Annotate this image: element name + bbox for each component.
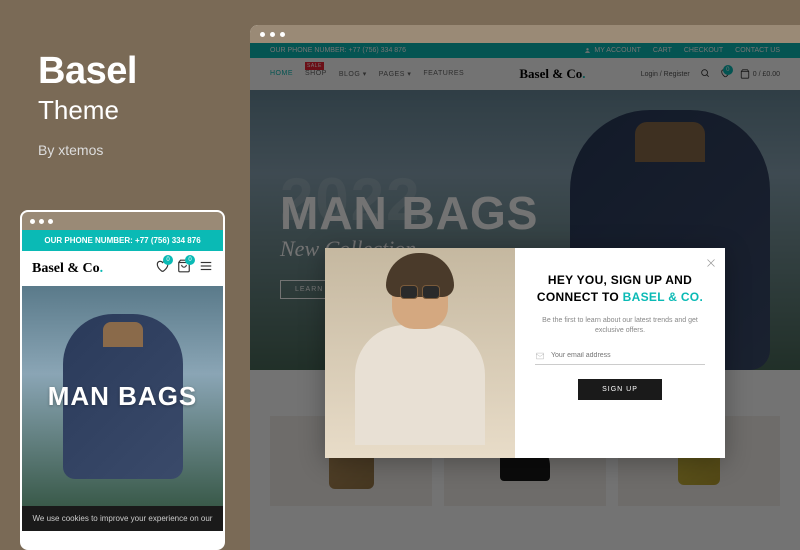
- window-dot-icon: [48, 219, 53, 224]
- mobile-header: Basel & Co. 0 0: [22, 251, 223, 286]
- popup-description: Be the first to learn about our latest t…: [535, 316, 705, 337]
- popup-title: HEY YOU, SIGN UP AND CONNECT TO BASEL & …: [535, 272, 705, 306]
- window-dot-icon: [280, 32, 285, 37]
- window-dot-icon: [39, 219, 44, 224]
- mobile-header-icons: 0 0: [155, 259, 213, 278]
- theme-subtitle: Theme: [38, 95, 238, 126]
- close-icon[interactable]: [705, 256, 717, 274]
- mobile-window-titlebar: [22, 212, 223, 230]
- wishlist-icon[interactable]: 0: [155, 259, 169, 278]
- newsletter-popup: HEY YOU, SIGN UP AND CONNECT TO BASEL & …: [325, 248, 725, 458]
- wishlist-badge: 0: [163, 255, 173, 265]
- cart-badge: 0: [185, 255, 195, 265]
- desktop-preview-frame: OUR PHONE NUMBER: +77 (756) 334 876 MY A…: [250, 25, 800, 550]
- cookie-notice: We use cookies to improve your experienc…: [22, 506, 223, 531]
- window-dot-icon: [30, 219, 35, 224]
- menu-icon[interactable]: [199, 259, 213, 278]
- theme-info-panel: Basel Theme By xtemos: [38, 50, 238, 158]
- window-dot-icon: [270, 32, 275, 37]
- desktop-window-titlebar: [250, 25, 800, 43]
- mobile-announce-bar: OUR PHONE NUMBER: +77 (756) 334 876: [22, 230, 223, 251]
- mobile-hero: MAN BAGS: [22, 286, 223, 506]
- email-input-row: [535, 351, 705, 365]
- mobile-logo[interactable]: Basel & Co.: [32, 261, 103, 277]
- mobile-preview-frame: OUR PHONE NUMBER: +77 (756) 334 876 Base…: [20, 210, 225, 550]
- envelope-icon: [535, 351, 545, 361]
- email-field[interactable]: [551, 352, 705, 359]
- popup-photo: [325, 248, 515, 458]
- theme-author: By xtemos: [38, 142, 238, 158]
- theme-title: Basel: [38, 50, 238, 93]
- mobile-hero-title: MAN BAGS: [48, 381, 198, 412]
- signup-button[interactable]: SIGN UP: [578, 379, 662, 400]
- cart-icon[interactable]: 0: [177, 259, 191, 278]
- window-dot-icon: [260, 32, 265, 37]
